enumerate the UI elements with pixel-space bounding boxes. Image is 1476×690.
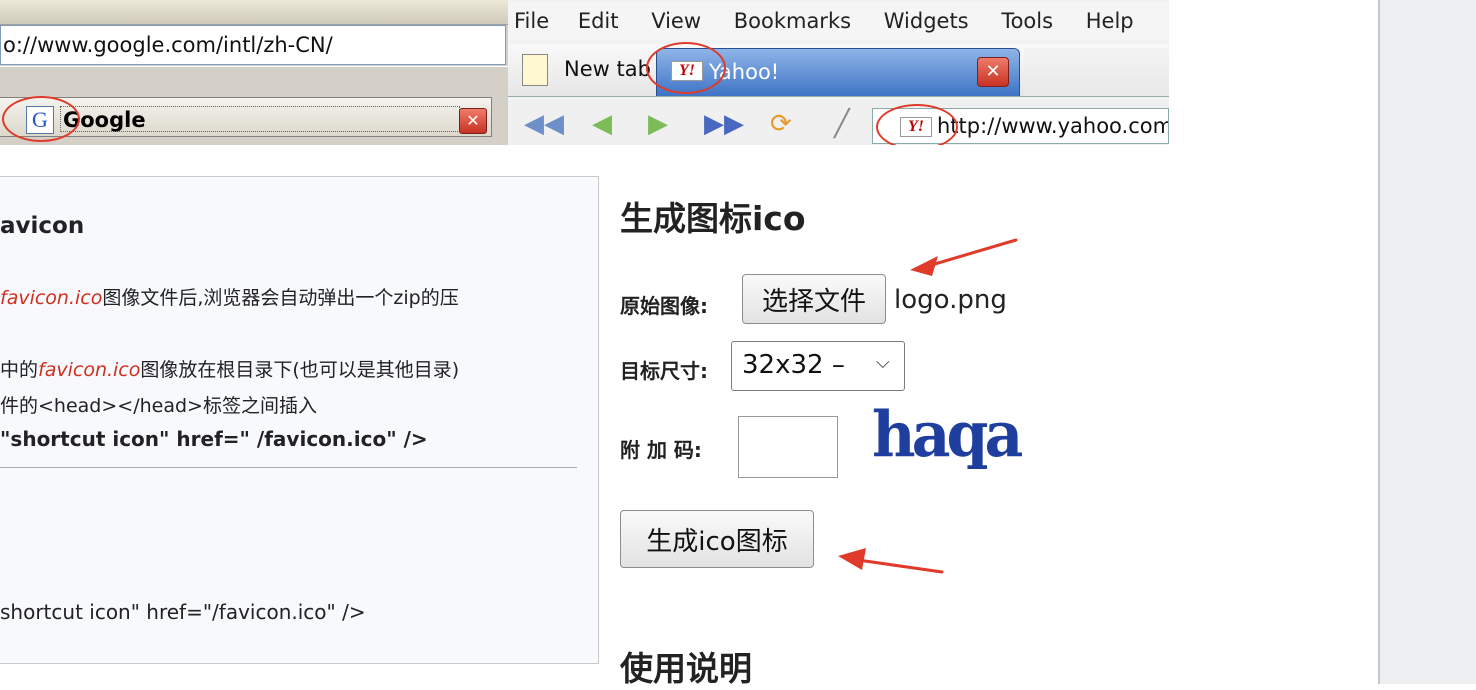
fast-forward-icon[interactable]: ▶▶ — [704, 110, 744, 138]
selected-file-name: logo.png — [894, 285, 1007, 315]
target-size-value: 32x32 – — [742, 350, 845, 380]
panel-line-2-text: 图像放在根目录下(也可以是其他目录) — [140, 359, 460, 381]
favicon-filename: favicon.ico — [38, 359, 141, 381]
verification-code-label: 附 加 码: — [620, 438, 702, 462]
chevron-down-icon: ⌵ — [876, 352, 890, 373]
panel-line-3: 件的<head></head>标签之间插入 — [0, 395, 317, 417]
google-url-bar[interactable]: o://www.google.com/intl/zh-CN/ — [0, 25, 506, 65]
choose-file-button[interactable]: 选择文件 — [742, 274, 886, 324]
usage-heading: 使用说明 — [620, 649, 752, 688]
favicon-info-panel: avicon favicon.ico图像文件后,浏览器会自动弹出一个zip的压 … — [0, 176, 599, 664]
menu-bar: File Edit View Bookmarks Widgets Tools H… — [508, 2, 1169, 40]
new-tab-label[interactable]: New tab — [564, 52, 651, 86]
right-scroll-panel — [1378, 0, 1476, 684]
generate-ico-button[interactable]: 生成ico图标 — [620, 510, 814, 568]
new-tab-page-icon — [522, 54, 548, 86]
edit-pen-icon[interactable]: ╱ — [834, 110, 850, 138]
screenshot-opera-browser: File Edit View Bookmarks Widgets Tools H… — [508, 0, 1169, 145]
target-size-select[interactable]: 32x32 – ⌵ — [731, 341, 905, 391]
panel-line-2: 中的favicon.ico图像放在根目录下(也可以是其他目录) — [0, 355, 459, 382]
back-arrow-icon[interactable]: ◀ — [592, 110, 612, 138]
link-tag-code: "shortcut icon" href=" /favicon.ico" /> — [0, 427, 428, 451]
menu-file[interactable]: File — [514, 2, 549, 40]
toolbar-strip — [0, 66, 508, 93]
captcha-image[interactable]: haqa — [872, 398, 1023, 472]
favicon-highlight-ring — [2, 96, 80, 142]
panel-divider — [0, 467, 577, 468]
annotation-arrow-icon — [910, 238, 1018, 276]
menu-widgets[interactable]: Widgets — [884, 2, 969, 40]
panel-line-1: favicon.ico图像文件后,浏览器会自动弹出一个zip的压 — [0, 283, 459, 310]
generate-ico-heading: 生成图标ico — [620, 199, 806, 238]
menu-bookmarks[interactable]: Bookmarks — [734, 2, 851, 40]
link-tag-code-example: shortcut icon" href="/favicon.ico" /> — [0, 600, 366, 624]
favicon-filename: favicon.ico — [0, 287, 103, 309]
panel-line-1-text: 图像文件后,浏览器会自动弹出一个zip的压 — [102, 287, 459, 309]
address-favicon-highlight-ring — [876, 104, 958, 145]
tab-favicon-highlight-ring — [646, 42, 726, 94]
google-tab-title: Google — [60, 106, 460, 132]
menu-edit[interactable]: Edit — [578, 2, 619, 40]
original-image-label: 原始图像: — [620, 294, 708, 318]
window-top-band — [0, 0, 508, 25]
menu-help[interactable]: Help — [1086, 2, 1134, 40]
target-size-label: 目标尺寸: — [620, 359, 708, 383]
reload-icon[interactable]: ⟳ — [770, 110, 792, 138]
annotation-arrow-icon — [838, 548, 944, 574]
close-tab-icon[interactable]: ✕ — [977, 57, 1009, 87]
forward-arrow-icon[interactable]: ▶ — [648, 110, 668, 138]
rewind-icon[interactable]: ◀◀ — [524, 110, 564, 138]
menu-tools[interactable]: Tools — [1001, 2, 1053, 40]
verification-code-input[interactable] — [738, 416, 838, 478]
panel-title: avicon — [0, 213, 85, 239]
menu-view[interactable]: View — [651, 2, 701, 40]
tab-strip-filler — [1024, 48, 1169, 96]
close-tab-icon[interactable]: ✕ — [459, 108, 487, 134]
opera-tab-row: New tab Y! Yahoo! ✕ — [508, 44, 1169, 97]
panel-line-2-prefix: 中的 — [0, 359, 39, 381]
screenshot-classic-browser: o://www.google.com/intl/zh-CN/ G Google … — [0, 0, 508, 145]
